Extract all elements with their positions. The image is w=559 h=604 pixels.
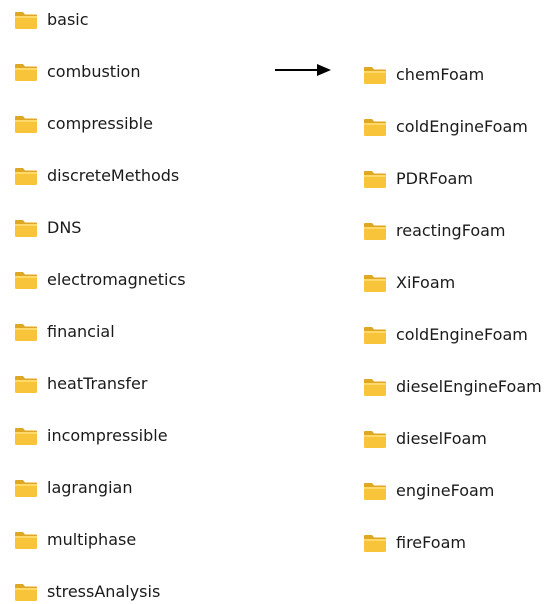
folder-label: fireFoam bbox=[396, 533, 466, 552]
folder-icon bbox=[363, 377, 387, 397]
folder-label: incompressible bbox=[47, 426, 168, 445]
left-folder-item[interactable]: incompressible bbox=[0, 424, 168, 448]
left-folder-item[interactable]: combustion bbox=[0, 60, 140, 84]
folder-icon bbox=[14, 62, 38, 82]
folder-icon bbox=[363, 169, 387, 189]
folder-icon bbox=[14, 10, 38, 30]
right-folder-item[interactable]: XiFoam bbox=[356, 271, 455, 295]
folder-icon bbox=[363, 65, 387, 85]
folder-label: electromagnetics bbox=[47, 270, 186, 289]
left-folder-item[interactable]: heatTransfer bbox=[0, 372, 147, 396]
folder-icon bbox=[14, 478, 38, 498]
folder-icon bbox=[14, 582, 38, 602]
folder-label: multiphase bbox=[47, 530, 137, 549]
right-folder-item[interactable]: PDRFoam bbox=[356, 167, 473, 191]
folder-label: coldEngineFoam bbox=[396, 117, 528, 136]
right-folder-item[interactable]: engineFoam bbox=[356, 479, 494, 503]
folder-icon bbox=[14, 374, 38, 394]
folder-icon bbox=[14, 530, 38, 550]
folder-label: compressible bbox=[47, 114, 153, 133]
left-folder-item[interactable]: basic bbox=[0, 8, 89, 32]
folder-icon bbox=[14, 322, 38, 342]
folder-icon bbox=[363, 429, 387, 449]
left-folder-item[interactable]: compressible bbox=[0, 112, 153, 136]
folder-label: dieselFoam bbox=[396, 429, 487, 448]
right-folder-item[interactable]: fireFoam bbox=[356, 531, 466, 555]
right-folder-item[interactable]: dieselFoam bbox=[356, 427, 487, 451]
folder-label: reactingFoam bbox=[396, 221, 506, 240]
left-folder-item[interactable]: multiphase bbox=[0, 528, 136, 552]
folder-icon bbox=[363, 533, 387, 553]
folder-label: financial bbox=[47, 322, 115, 341]
folder-label: heatTransfer bbox=[47, 374, 148, 393]
right-folder-item[interactable]: coldEngineFoam bbox=[356, 323, 528, 347]
left-folder-item[interactable]: DNS bbox=[0, 216, 81, 240]
right-folder-item[interactable]: reactingFoam bbox=[356, 219, 506, 243]
right-folder-item[interactable]: coldEngineFoam bbox=[356, 115, 528, 139]
folder-icon bbox=[363, 117, 387, 137]
folder-icon bbox=[14, 166, 38, 186]
right-arrow-icon bbox=[275, 64, 331, 76]
folder-label: PDRFoam bbox=[396, 169, 473, 188]
folder-icon bbox=[363, 325, 387, 345]
right-folder-item[interactable]: chemFoam bbox=[356, 63, 484, 87]
left-folder-list: basic combustion compressible discreteMetho… bbox=[0, 0, 260, 602]
left-folder-item[interactable]: electromagnetics bbox=[0, 268, 186, 292]
left-folder-item[interactable]: stressAnalysis bbox=[0, 580, 160, 604]
folder-label: combustion bbox=[47, 62, 141, 81]
folder-label: discreteMethods bbox=[47, 166, 180, 185]
folder-icon bbox=[363, 481, 387, 501]
folder-label: basic bbox=[47, 10, 89, 29]
right-folder-list: chemFoam coldEngineFoam PDRFoam reactingFoa… bbox=[356, 0, 559, 602]
folder-icon bbox=[14, 426, 38, 446]
folder-label: coldEngineFoam bbox=[396, 325, 528, 344]
folder-label: chemFoam bbox=[396, 65, 485, 84]
folder-label: DNS bbox=[47, 218, 82, 237]
folder-icon bbox=[363, 273, 387, 293]
right-folder-item[interactable]: dieselEngineFoam bbox=[356, 375, 542, 399]
folder-icon bbox=[14, 218, 38, 238]
folder-label: dieselEngineFoam bbox=[396, 377, 542, 396]
folder-label: stressAnalysis bbox=[47, 582, 161, 601]
left-folder-item[interactable]: lagrangian bbox=[0, 476, 132, 500]
folder-label: XiFoam bbox=[396, 273, 456, 292]
folder-label: engineFoam bbox=[396, 481, 495, 500]
left-folder-item[interactable]: discreteMethods bbox=[0, 164, 179, 188]
folder-label: lagrangian bbox=[47, 478, 133, 497]
left-folder-item[interactable]: financial bbox=[0, 320, 115, 344]
folder-icon bbox=[363, 221, 387, 241]
folder-icon bbox=[14, 270, 38, 290]
folder-icon bbox=[14, 114, 38, 134]
